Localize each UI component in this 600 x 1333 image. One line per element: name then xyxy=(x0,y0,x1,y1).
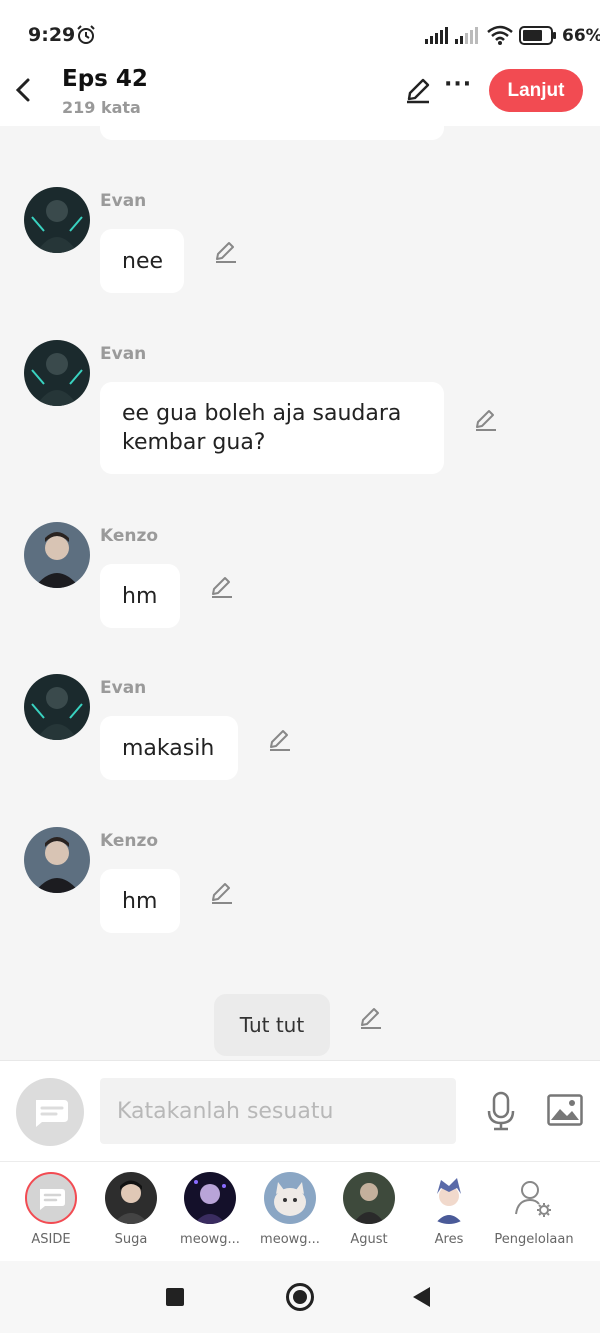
character-avatar xyxy=(105,1172,157,1224)
character-avatar xyxy=(264,1172,316,1224)
partial-bubble xyxy=(100,126,444,140)
back-arrow-icon[interactable] xyxy=(12,76,36,104)
sender-name: Evan xyxy=(100,678,147,698)
sender-name: Kenzo xyxy=(100,831,159,851)
character-meowg-2[interactable]: meowg... xyxy=(250,1172,330,1247)
character-avatar xyxy=(343,1172,395,1224)
signal-icon-2 xyxy=(455,27,478,44)
message-bubble[interactable]: ee gua boleh aja saudara kembar gua? xyxy=(100,382,444,474)
more-icon[interactable]: ··· xyxy=(444,72,472,97)
battery-percent: 66% xyxy=(562,26,600,46)
wifi-icon xyxy=(487,25,513,45)
aside-toggle-button[interactable] xyxy=(16,1078,84,1146)
edit-message-icon[interactable] xyxy=(209,574,235,600)
episode-title: Eps 42 xyxy=(62,66,148,92)
signal-icon xyxy=(425,27,448,44)
message-bubble[interactable]: nee xyxy=(100,229,184,293)
alarm-icon xyxy=(77,25,95,44)
character-ares[interactable]: Ares xyxy=(409,1172,489,1247)
sender-name: Kenzo xyxy=(100,526,159,546)
character-label: Pengelolaan xyxy=(494,1232,574,1247)
message-bubble[interactable]: hm xyxy=(100,869,180,933)
sender-name: Evan xyxy=(100,191,147,211)
message-bubble[interactable]: makasih xyxy=(100,716,238,780)
avatar-evan[interactable] xyxy=(24,340,90,406)
edit-icon[interactable] xyxy=(404,76,432,104)
home-icon[interactable] xyxy=(286,1283,314,1311)
lanjut-button[interactable]: Lanjut xyxy=(489,69,583,112)
character-agust[interactable]: Agust xyxy=(329,1172,409,1247)
avatar-kenzo[interactable] xyxy=(24,522,90,588)
status-bar: 9:29 66% xyxy=(0,0,600,62)
battery-icon xyxy=(519,26,556,45)
aside-icon xyxy=(25,1172,77,1224)
recent-apps-icon[interactable] xyxy=(166,1288,184,1306)
microphone-icon[interactable] xyxy=(486,1091,516,1131)
edit-message-icon[interactable] xyxy=(473,407,499,433)
character-management[interactable]: Pengelolaan xyxy=(493,1172,575,1247)
chat-bubble-icon xyxy=(36,1100,68,1127)
edit-message-icon[interactable] xyxy=(267,727,293,753)
edit-message-icon[interactable] xyxy=(213,239,239,265)
character-label: Agust xyxy=(350,1232,388,1247)
chat-area[interactable]: Evan nee Evan ee gua boleh aja saudara k… xyxy=(0,126,600,1060)
character-label: meowg... xyxy=(180,1232,240,1247)
edit-message-icon[interactable] xyxy=(209,880,235,906)
character-aside[interactable]: ASIDE xyxy=(11,1172,91,1247)
input-bar xyxy=(0,1060,600,1161)
image-icon[interactable] xyxy=(547,1094,583,1126)
app-header: Eps 42 219 kata ··· Lanjut xyxy=(0,62,600,126)
narration-bubble[interactable]: Tut tut xyxy=(214,994,330,1056)
character-meowg-1[interactable]: meowg... xyxy=(170,1172,250,1247)
system-nav-bar xyxy=(0,1261,600,1333)
message-input[interactable] xyxy=(100,1078,456,1144)
character-bar: ASIDE Suga meowg... meowg... Agust Ares … xyxy=(0,1161,600,1261)
character-label: ASIDE xyxy=(31,1232,71,1247)
edit-message-icon[interactable] xyxy=(358,1005,384,1031)
character-avatar xyxy=(184,1172,236,1224)
manage-characters-icon xyxy=(508,1172,560,1224)
status-time: 9:29 xyxy=(28,24,76,46)
avatar-kenzo[interactable] xyxy=(24,827,90,893)
character-avatar xyxy=(423,1172,475,1224)
character-suga[interactable]: Suga xyxy=(91,1172,171,1247)
avatar-evan[interactable] xyxy=(24,674,90,740)
character-label: Suga xyxy=(114,1232,148,1247)
sender-name: Evan xyxy=(100,344,147,364)
character-label: meowg... xyxy=(260,1232,320,1247)
back-icon[interactable] xyxy=(413,1287,430,1307)
message-bubble[interactable]: hm xyxy=(100,564,180,628)
avatar-evan[interactable] xyxy=(24,187,90,253)
word-count: 219 kata xyxy=(62,98,141,117)
character-label: Ares xyxy=(434,1232,464,1247)
